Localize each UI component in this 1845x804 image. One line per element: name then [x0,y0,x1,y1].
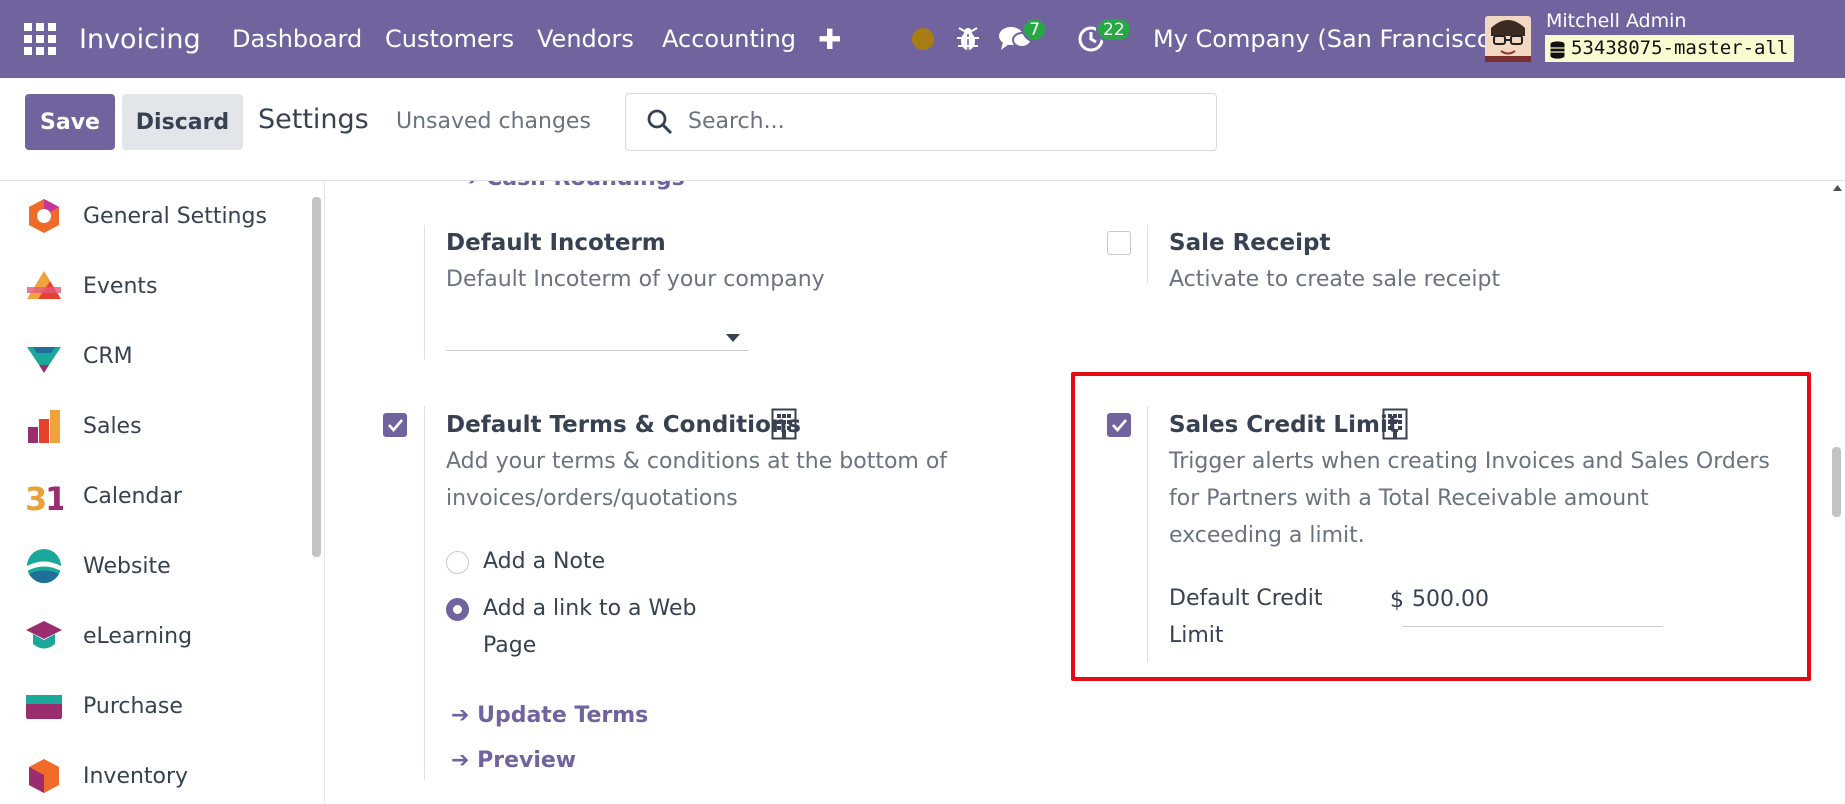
divider [424,406,425,780]
sidebar-item-purchase[interactable]: Purchase [0,676,305,736]
sidebar-scrollbar[interactable] [312,197,321,557]
svg-text:3: 3 [25,480,47,515]
user-avatar[interactable] [1485,0,1531,78]
search-icon [646,108,674,140]
inventory-icon [25,757,63,795]
radio-add-note-label[interactable]: Add a Note [483,543,605,580]
divider [424,225,425,360]
default-terms-description-line2: invoices/orders/quotations [446,486,738,511]
sidebar-item-label: Sales [83,413,142,439]
sidebar-item-label: eLearning [83,623,193,649]
events-icon [25,267,63,305]
default-terms-checkbox[interactable] [383,413,407,437]
arrow-right-icon: ➔ [451,703,478,728]
control-panel: Save Discard Settings Unsaved changes Se… [0,78,1845,181]
main-scrollbar-thumb[interactable] [1832,447,1841,517]
calendar-icon: 3 1 [25,477,67,518]
sidebar-item-label: CRM [83,343,133,369]
sidebar-item-crm[interactable]: CRM [0,326,305,386]
preview-link[interactable]: ➔ Preview [451,748,576,773]
sale-receipt-checkbox[interactable] [1107,231,1131,255]
arrow-right-icon: ➔ [451,748,478,773]
radio-add-link-label-line1[interactable]: Add a link to a Web [483,590,696,627]
update-terms-label: Update Terms [477,703,649,728]
add-icon[interactable]: ✚ [818,0,841,78]
sidebar-item-website[interactable]: Website [0,536,305,596]
sidebar-item-label: General Settings [83,203,267,229]
search-input[interactable]: Search... [625,93,1217,151]
unsaved-status: Unsaved changes [396,109,591,134]
incoterm-select[interactable] [446,305,748,351]
menu-vendors[interactable]: Vendors [537,0,634,78]
bug-icon[interactable] [956,0,980,78]
database-badge: 53438075-master-all [1545,35,1795,62]
sidebar-item-label: Inventory [83,763,189,789]
sidebar-item-sales[interactable]: Sales [0,396,305,456]
general-settings-icon [25,197,63,235]
sidebar-item-label: Purchase [83,693,183,719]
sidebar-item-label: Events [83,273,158,299]
radio-add-link[interactable] [446,598,469,621]
radio-add-note[interactable] [446,551,469,574]
update-terms-link[interactable]: ➔ Update Terms [451,703,648,728]
company-building-icon [771,408,797,444]
svg-text:1: 1 [45,480,63,515]
default-incoterm-title: Default Incoterm [446,230,666,256]
default-terms-description-line1: Add your terms & conditions at the botto… [446,449,948,474]
apps-menu-icon[interactable] [24,0,60,78]
menu-customers[interactable]: Customers [385,0,514,78]
search-placeholder: Search... [688,109,785,134]
radio-add-link-label-line2[interactable]: Page [483,627,536,664]
divider [1147,225,1148,283]
website-icon [25,547,63,585]
user-name[interactable]: Mitchell Admin [1546,10,1686,32]
status-dot-icon[interactable] [912,0,934,78]
settings-sidebar: General Settings Events CRM Sales 3 Cale… [0,181,325,804]
messages-count-badge: 7 [1022,17,1047,42]
database-icon [1550,40,1565,67]
menu-accounting[interactable]: Accounting [662,0,796,78]
default-terms-title: Default Terms & Conditions [446,412,801,438]
elearning-icon [25,617,63,655]
sale-receipt-title: Sale Receipt [1169,230,1331,256]
sidebar-item-general-settings[interactable]: General Settings [0,186,305,246]
save-button[interactable]: Save [25,94,115,150]
activities-count-badge: 22 [1096,17,1132,42]
sidebar-item-events[interactable]: Events [0,256,305,316]
app-brand[interactable]: Invoicing [79,0,201,78]
preview-label: Preview [477,748,577,773]
dropdown-caret-icon [726,327,740,346]
sidebar-item-elearning[interactable]: eLearning [0,606,305,666]
sidebar-item-label: Website [83,553,171,579]
crm-icon [25,337,63,375]
company-switcher[interactable]: My Company (San Francisco) [1153,0,1501,78]
purchase-icon [25,687,63,725]
sidebar-item-label: Calendar [83,483,182,509]
sale-receipt-description: Activate to create sale receipt [1169,267,1501,292]
database-name: 53438075-master-all [1571,37,1789,59]
arrow-right-icon: ➔ [460,181,486,191]
default-incoterm-description: Default Incoterm of your company [446,267,825,292]
cash-roundings-label: Cash Roundings [486,181,685,191]
top-navbar: Invoicing Dashboard Customers Vendors Ac… [0,0,1845,78]
menu-dashboard[interactable]: Dashboard [232,0,362,78]
sidebar-item-calendar[interactable]: 3 1 Calendar [0,466,305,526]
sidebar-item-inventory[interactable]: Inventory [0,746,305,804]
page-title: Settings [258,104,369,135]
sales-icon [25,407,63,445]
highlight-box [1071,372,1811,681]
settings-content: ➔ Cash Roundings Default Incoterm Defaul… [326,181,1845,804]
discard-button[interactable]: Discard [122,94,243,150]
cash-roundings-link[interactable]: ➔ Cash Roundings [460,181,685,191]
